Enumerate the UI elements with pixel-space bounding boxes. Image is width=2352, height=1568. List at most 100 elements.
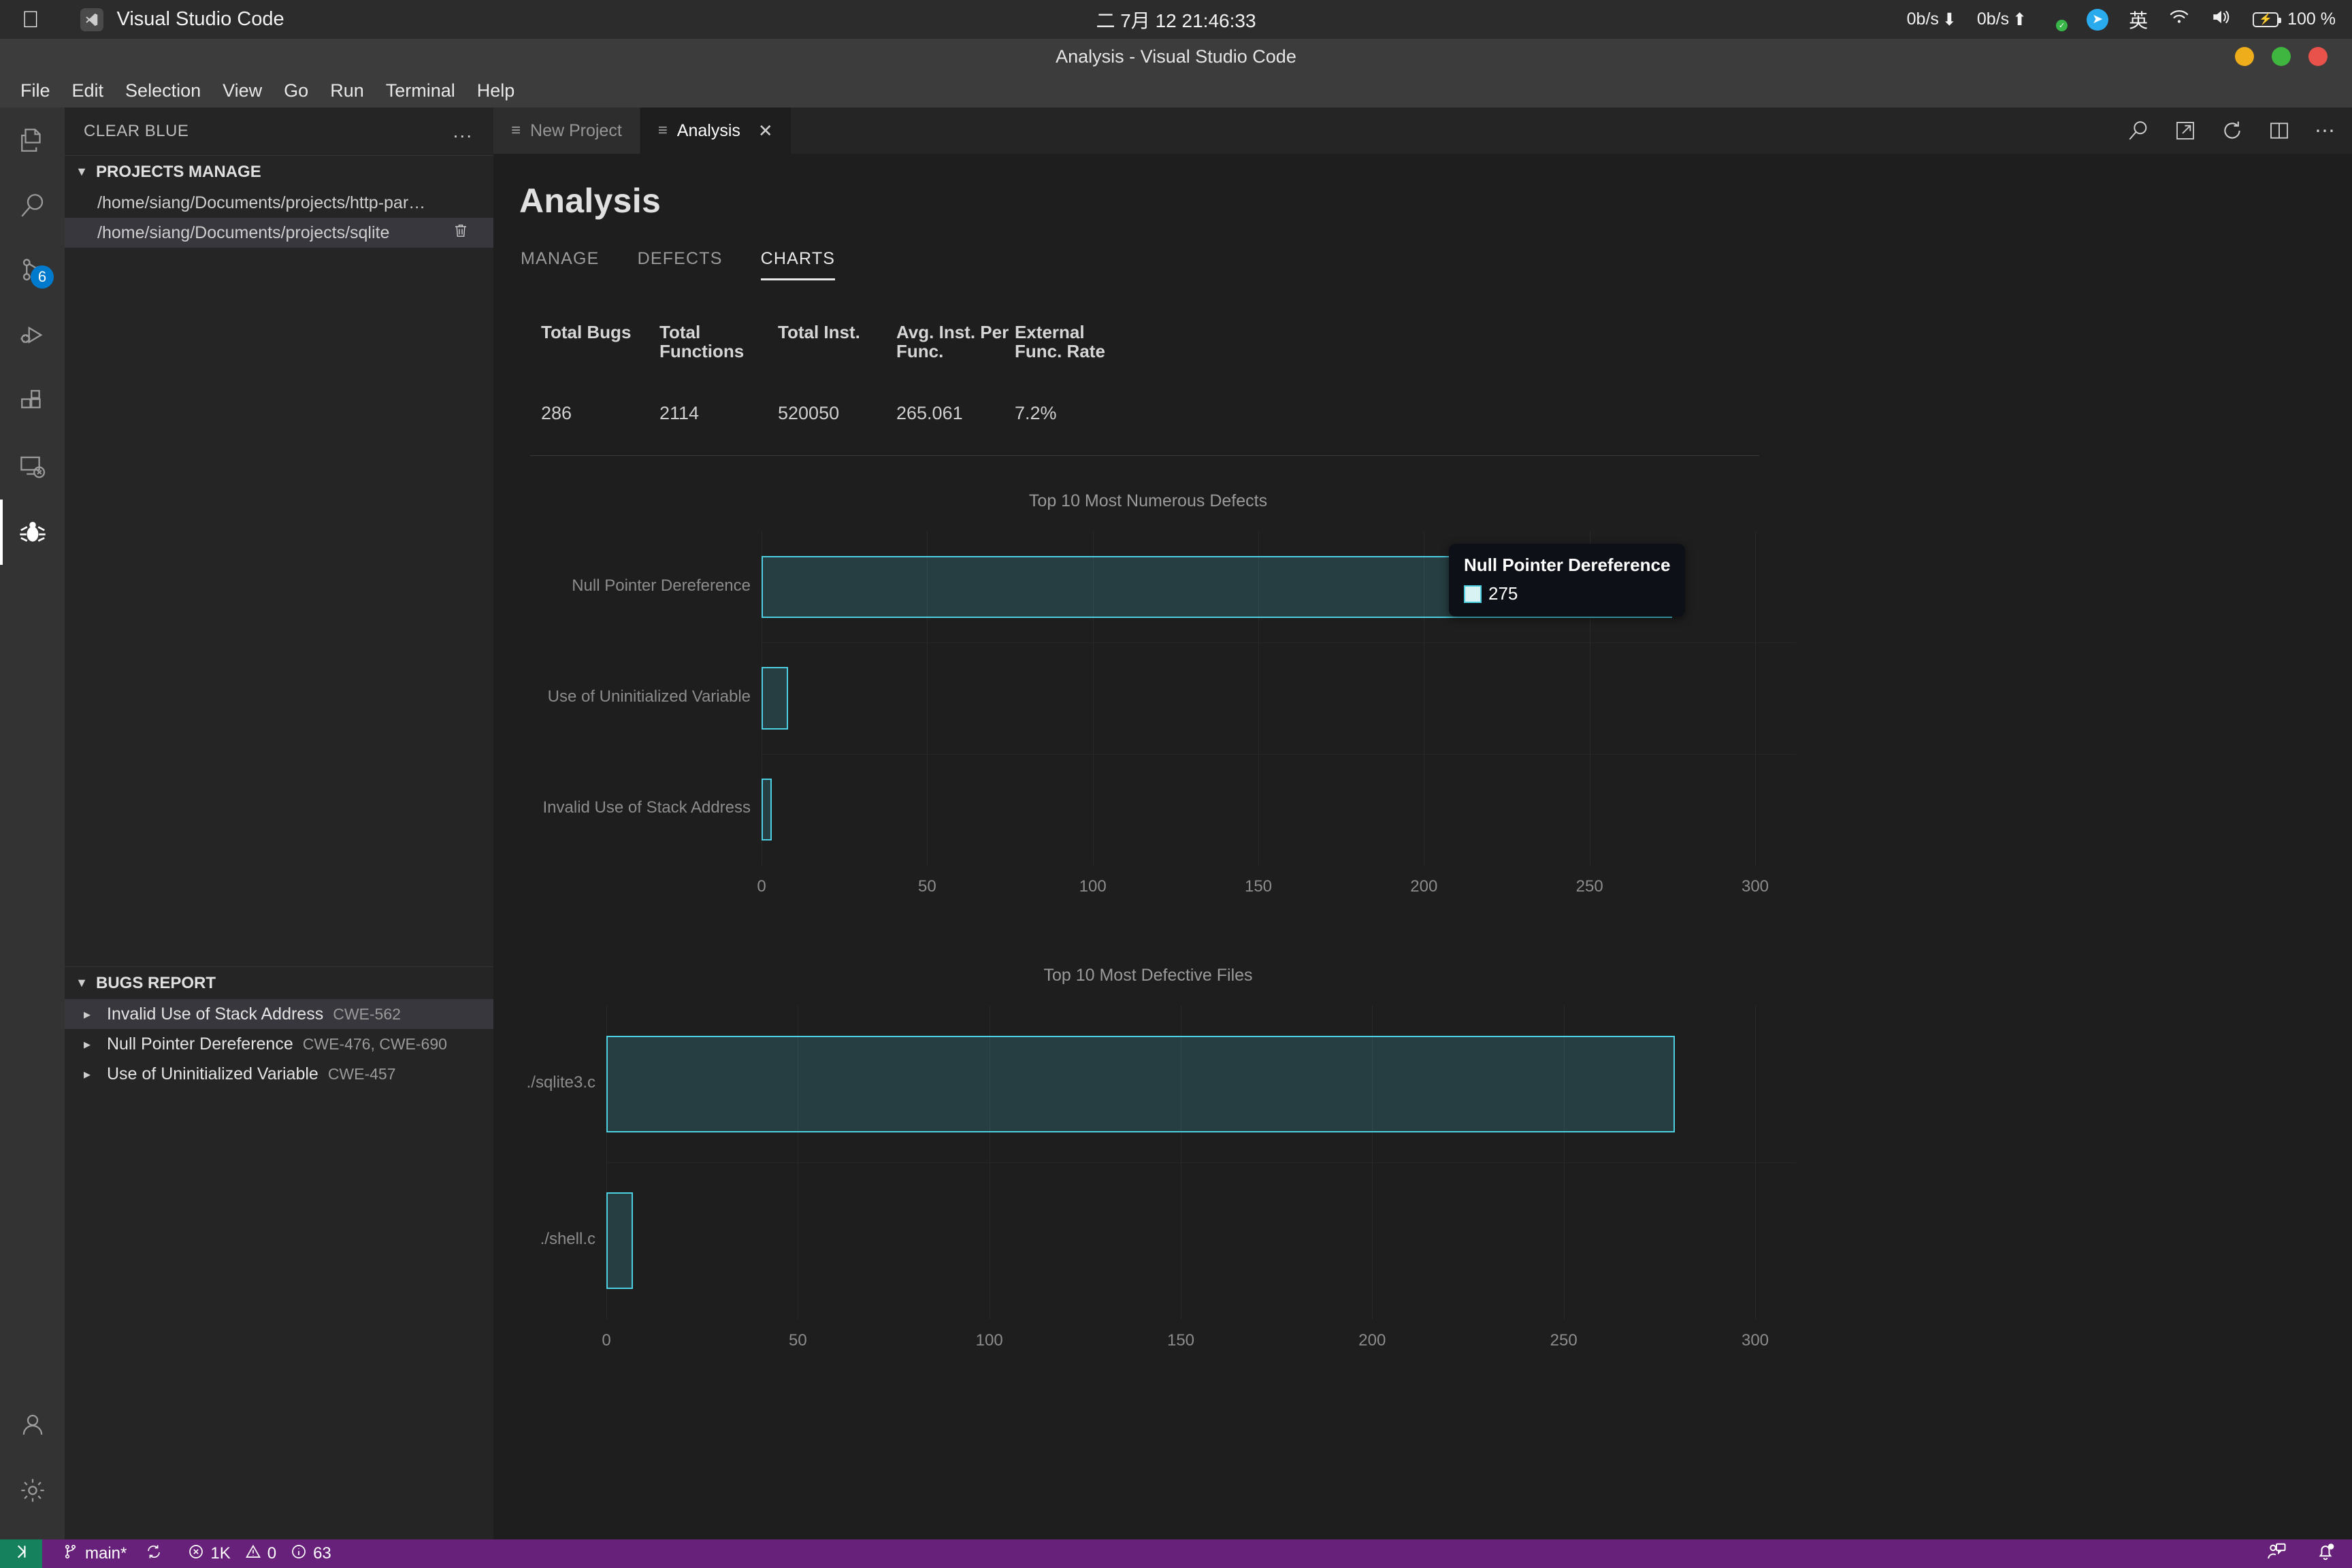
tab-label: New Project (530, 121, 622, 141)
menu-go[interactable]: Go (273, 76, 319, 105)
sidebar-item-search[interactable] (0, 173, 65, 238)
telegram-icon[interactable]: ➤ (2087, 9, 2108, 31)
sidebar-item-clear-blue[interactable] (0, 500, 65, 565)
trash-icon[interactable] (453, 222, 469, 244)
stat-total-functions: Total Functions 2114 (659, 323, 778, 424)
sidebar-item-source-control[interactable]: 6 (0, 238, 65, 304)
section-projects-manage[interactable]: ▼ PROJECTS MANAGE (65, 155, 493, 188)
analysis-page: Analysis MANAGE DEFECTS CHARTS Total Bug… (493, 154, 2352, 1539)
chart-tick-label: 150 (1167, 1331, 1194, 1350)
chevron-right-icon: ▸ (84, 1066, 97, 1083)
chart-category-label: ./shell.c (540, 1230, 595, 1249)
bug-item[interactable]: ▸ Use of Uninitialized Variable CWE-457 (65, 1059, 493, 1089)
bell-icon[interactable] (2315, 1541, 2336, 1567)
chart-top-defects[interactable]: Null Pointer DereferenceUse of Uninitial… (530, 532, 1766, 940)
mac-status-icons: 0b/s⬇ 0b/s⬆ ✓ ➤ 英 ⚡ 100 % (1907, 6, 2336, 33)
remote-window-button[interactable] (0, 1539, 42, 1568)
section-bugs-report-label: BUGS REPORT (96, 974, 216, 993)
section-bugs-report[interactable]: ▼ BUGS REPORT (65, 966, 493, 999)
bug-cwe: CWE-562 (333, 1005, 401, 1024)
refresh-icon[interactable] (2221, 119, 2244, 142)
sidebar-item-remote-explorer[interactable] (0, 434, 65, 500)
chart-tick-label: 250 (1576, 877, 1603, 896)
chart-category-label: ./sqlite3.c (527, 1073, 595, 1092)
network-down-indicator: 0b/s⬇ (1907, 10, 1957, 30)
stat-value: 2114 (659, 403, 778, 424)
chart-category-label: Null Pointer Dereference (572, 576, 751, 595)
chart-bar[interactable] (762, 779, 772, 840)
stat-value: 265.061 (896, 403, 1015, 424)
input-method-icon[interactable]: 英 (2129, 6, 2148, 33)
chart-bar[interactable] (606, 1192, 633, 1290)
minimize-button[interactable] (2235, 47, 2254, 66)
tooltip-color-swatch (1464, 585, 1482, 603)
wifi-icon[interactable] (2168, 8, 2190, 31)
more-actions-icon[interactable]: ⋯ (2315, 119, 2337, 143)
menu-file[interactable]: File (10, 76, 61, 105)
feedback-icon[interactable] (2266, 1541, 2287, 1567)
chart-bar[interactable] (606, 1036, 1675, 1133)
sidebar-item-explorer[interactable] (0, 108, 65, 173)
accounts-button[interactable] (0, 1392, 65, 1458)
webview-icon: ≡ (658, 121, 668, 140)
shield-icon[interactable]: ✓ (2047, 9, 2066, 31)
tab-label: Analysis (677, 121, 740, 141)
editor-tab-actions: ⋯ (2127, 108, 2337, 154)
status-branch[interactable]: main* (53, 1544, 136, 1565)
bug-item[interactable]: ▸ Invalid Use of Stack Address CWE-562 (65, 999, 493, 1029)
status-problems[interactable]: 1K 0 63 (178, 1544, 340, 1565)
menu-selection[interactable]: Selection (114, 76, 212, 105)
sidebar: CLEAR BLUE ... ▼ PROJECTS MANAGE /home/s… (65, 108, 493, 1539)
menu-terminal[interactable]: Terminal (375, 76, 466, 105)
search-icon[interactable] (2127, 119, 2150, 142)
open-external-icon[interactable] (2174, 120, 2196, 142)
summary-stats-table: Total Bugs 286 Total Functions 2114 Tota… (519, 323, 2352, 424)
settings-button[interactable] (0, 1458, 65, 1523)
chart-bar[interactable] (762, 667, 788, 729)
branch-name: main* (85, 1544, 127, 1563)
chart-top-defective-files[interactable]: ./sqlite3.c./shell.c050100150200250300 (530, 1006, 1766, 1414)
menu-help[interactable]: Help (466, 76, 526, 105)
chart-tick-label: 150 (1245, 877, 1272, 896)
warning-count: 0 (267, 1544, 276, 1563)
mac-app-name[interactable]: Visual Studio Code (117, 8, 284, 31)
tab-charts[interactable]: CHARTS (761, 249, 836, 280)
bug-item[interactable]: ▸ Null Pointer Dereference CWE-476, CWE-… (65, 1029, 493, 1059)
more-actions-icon[interactable]: ... (453, 120, 473, 142)
search-icon (18, 191, 47, 220)
tab-manage[interactable]: MANAGE (521, 249, 600, 280)
menu-run[interactable]: Run (319, 76, 375, 105)
close-icon[interactable]: ✕ (758, 120, 773, 142)
project-item[interactable]: /home/siang/Documents/projects/sqlite (65, 218, 493, 248)
close-button[interactable] (2308, 47, 2328, 66)
project-item[interactable]: /home/siang/Documents/projects/http-par… (65, 188, 493, 218)
chart-separator (762, 754, 1796, 755)
bug-cwe: CWE-476, CWE-690 (303, 1035, 447, 1054)
stat-header: Total Bugs (541, 323, 659, 388)
chart-tick-label: 250 (1550, 1331, 1578, 1350)
tab-analysis[interactable]: ≡ Analysis ✕ (640, 108, 791, 154)
mac-clock[interactable]: 二 7月 12 21:46:33 (1096, 6, 1256, 33)
menu-edit[interactable]: Edit (61, 76, 115, 105)
menu-view[interactable]: View (212, 76, 273, 105)
tab-defects[interactable]: DEFECTS (638, 249, 723, 280)
battery-icon: ⚡ (2253, 12, 2278, 27)
apple-icon[interactable]:  (22, 8, 39, 31)
chart-tick-label: 200 (1410, 877, 1437, 896)
status-bar: main* 1K 0 63 (0, 1539, 2352, 1568)
tooltip-value: 275 (1488, 583, 1518, 604)
sidebar-title: CLEAR BLUE (84, 122, 189, 141)
chart-tick-label: 50 (918, 877, 936, 896)
stat-header: External Func. Rate (1015, 323, 1133, 388)
split-editor-icon[interactable] (2268, 120, 2290, 142)
maximize-button[interactable] (2272, 47, 2291, 66)
battery-indicator[interactable]: ⚡ 100 % (2253, 10, 2336, 29)
sidebar-item-extensions[interactable] (0, 369, 65, 434)
sidebar-item-run-debug[interactable] (0, 304, 65, 369)
source-control-badge: 6 (31, 265, 54, 289)
status-sync[interactable] (136, 1544, 172, 1565)
clear-blue-bug-icon (18, 517, 48, 547)
chart-tick-label: 0 (757, 877, 766, 896)
tab-new-project[interactable]: ≡ New Project (493, 108, 640, 154)
volume-icon[interactable] (2210, 8, 2232, 31)
